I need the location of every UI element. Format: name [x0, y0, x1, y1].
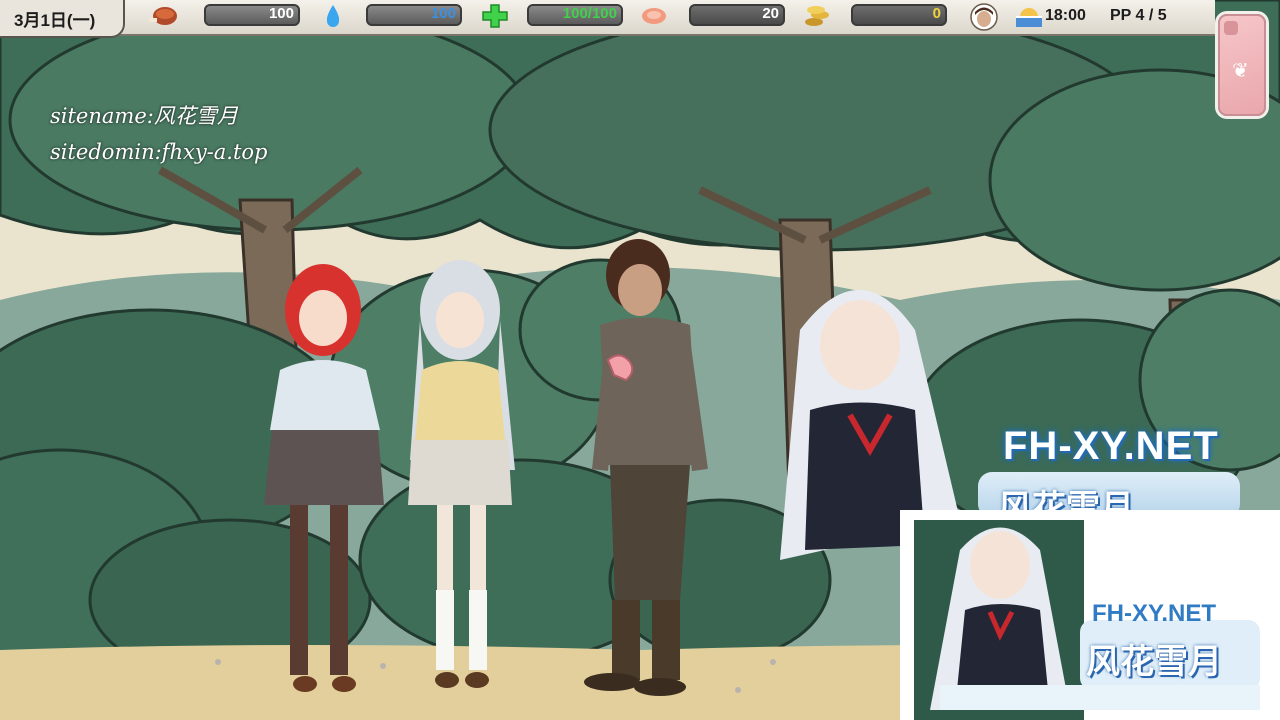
watermark-sitename: sitename:风花雪月	[50, 104, 238, 128]
inset-brand-cn: 风花雪月	[1086, 643, 1222, 681]
inset-brand: FH-XY.NET	[1092, 600, 1217, 627]
money-value: 0	[932, 5, 941, 22]
watermark-inset	[900, 510, 1280, 720]
raw-meat-icon	[642, 8, 666, 24]
water-value: 100	[430, 5, 456, 22]
meat-value: 20	[762, 5, 779, 22]
phone-camera-icon	[1224, 21, 1238, 35]
action-points: PP 4 / 5	[1110, 7, 1167, 24]
watermark-sitedomain: sitedomin:fhxy-a.top	[50, 140, 268, 164]
brown-haired-man	[584, 239, 708, 696]
inset-mascot	[900, 510, 1280, 720]
watermark-brand-cn: 风花雪月	[998, 489, 1134, 510]
phone-button[interactable]: ❦	[1218, 14, 1266, 116]
health-stat: 100/100	[527, 4, 623, 28]
meat-stat: 20	[689, 4, 785, 28]
food-value: 100	[268, 5, 294, 22]
wing-icon: ❦	[1232, 60, 1249, 82]
health-cross-icon	[482, 4, 508, 28]
sunset-icon	[1016, 8, 1042, 27]
roast-meat-icon	[149, 7, 177, 25]
player-avatar[interactable]	[970, 3, 998, 31]
time-display: 18:00	[1045, 7, 1086, 24]
money-stat: 0	[851, 4, 947, 28]
date-display: 3月1日(一)	[0, 0, 125, 38]
water-drop-icon	[326, 5, 340, 27]
food-stat: 100	[204, 4, 300, 28]
water-stat: 100	[366, 4, 462, 28]
silver-haired-girl	[408, 260, 515, 688]
coin-stack-icon	[805, 6, 829, 26]
health-value: 100/100	[562, 5, 617, 22]
watermark-brand: FH-XY.NET	[1003, 424, 1219, 468]
red-haired-girl	[264, 264, 384, 692]
